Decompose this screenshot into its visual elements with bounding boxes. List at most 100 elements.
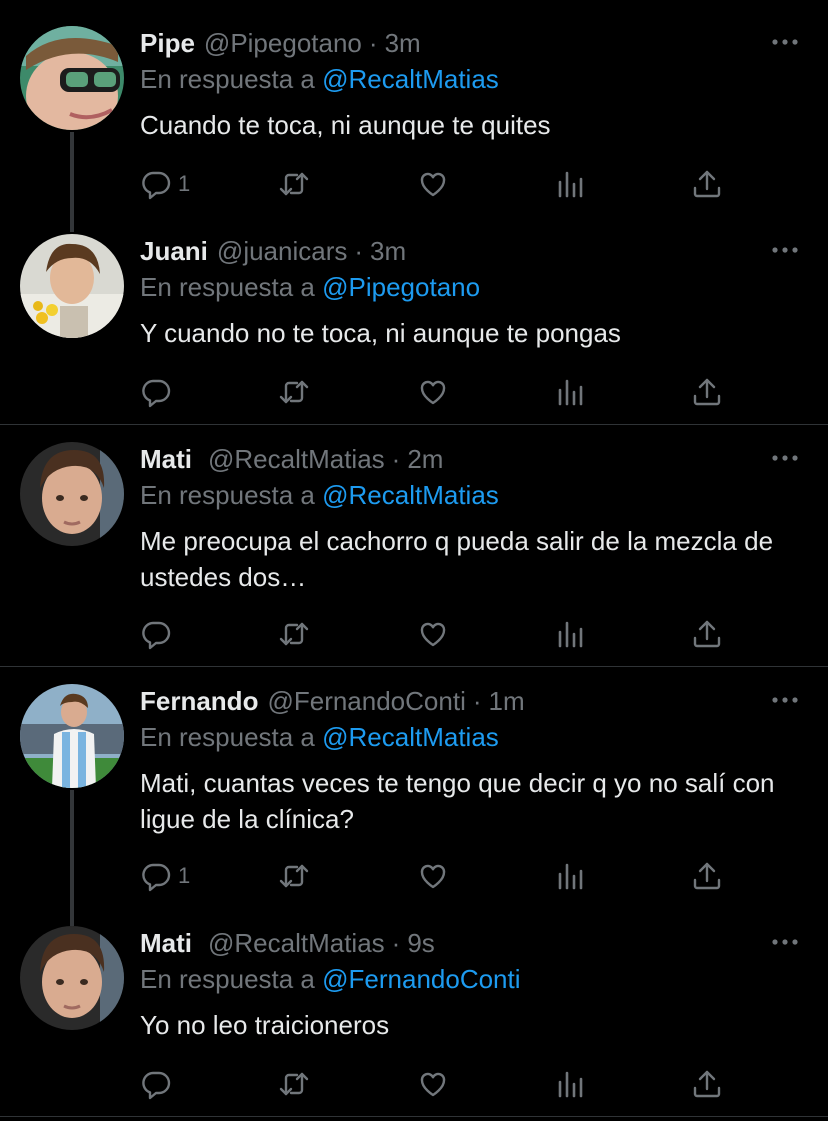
share-button[interactable] [691, 614, 723, 654]
retweet-icon [279, 622, 309, 646]
reply-context: En respuesta a @FernandoConti [140, 962, 521, 996]
avatar[interactable] [20, 926, 124, 1030]
reply-button[interactable] [140, 1064, 178, 1104]
views-button[interactable] [555, 164, 587, 204]
action-bar: 1 [0, 164, 828, 204]
avatar[interactable] [20, 234, 124, 338]
reply-mention[interactable]: @FernandoConti [322, 964, 520, 994]
share-button[interactable] [691, 164, 723, 204]
timestamp[interactable]: 2m [407, 442, 443, 476]
reply-prefix: En respuesta a [140, 64, 315, 94]
user-handle[interactable]: @RecaltMatias [208, 442, 385, 476]
share-icon [693, 1070, 721, 1098]
tweet-mati[interactable]: Mati @RecaltMatias · 2m En respuesta a @… [0, 442, 828, 662]
reply-prefix: En respuesta a [140, 272, 315, 302]
views-button[interactable] [555, 372, 587, 412]
separator: · [391, 928, 401, 958]
tweet-text: Y cuando no te toca, ni aunque te pongas [140, 318, 621, 348]
user-handle[interactable]: @RecaltMatias [208, 926, 385, 960]
tweet-timeline: Pipe @Pipegotano · 3m En respuesta a @Re… [0, 0, 828, 1121]
retweet-button[interactable] [278, 614, 310, 654]
share-icon [693, 378, 721, 406]
share-icon [693, 170, 721, 198]
display-name[interactable]: Juani [140, 234, 208, 268]
timestamp[interactable]: 3m [385, 26, 421, 60]
timestamp[interactable]: 1m [489, 684, 525, 718]
separator: · [391, 444, 401, 474]
display-name[interactable]: Fernando [140, 684, 258, 718]
like-button[interactable] [417, 856, 449, 896]
avatar[interactable] [20, 26, 124, 130]
views-button[interactable] [555, 1064, 587, 1104]
like-button[interactable] [417, 1064, 449, 1104]
reply-icon [142, 1071, 171, 1100]
share-icon [693, 862, 721, 890]
reply-context: En respuesta a @RecaltMatias [140, 720, 499, 754]
more-icon[interactable] [770, 932, 800, 952]
like-button[interactable] [417, 372, 449, 412]
tweet-juani[interactable]: Juani @juanicars · 3m En respuesta a @Pi… [0, 234, 828, 414]
tweet-fernando[interactable]: Fernando @FernandoConti · 1m En respuest… [0, 684, 828, 926]
reply-mention[interactable]: @Pipegotano [322, 272, 480, 302]
reply-mention[interactable]: @RecaltMatias [322, 480, 499, 510]
tweet-divider [0, 424, 828, 425]
views-icon [558, 171, 583, 198]
avatar[interactable] [20, 684, 124, 788]
avatar[interactable] [20, 442, 124, 546]
display-name[interactable]: Pipe [140, 26, 195, 60]
share-button[interactable] [691, 372, 723, 412]
user-handle[interactable]: @FernandoConti [267, 684, 465, 718]
separator: · [354, 236, 364, 266]
reply-count: 1 [178, 863, 191, 888]
reply-context: En respuesta a @RecaltMatias [140, 62, 499, 96]
separator: · [368, 28, 378, 58]
more-icon[interactable] [770, 32, 800, 52]
action-bar: 1 [0, 856, 828, 896]
reply-icon [142, 379, 171, 408]
like-button[interactable] [417, 614, 449, 654]
like-button[interactable] [417, 164, 449, 204]
reply-button[interactable]: 1 [140, 856, 190, 896]
views-icon [558, 1071, 583, 1098]
reply-icon [142, 621, 171, 650]
tweet-divider [0, 1116, 828, 1117]
like-icon [420, 864, 446, 889]
reply-icon [142, 863, 171, 892]
separator: · [472, 686, 482, 716]
tweet-pipe[interactable]: Pipe @Pipegotano · 3m En respuesta a @Re… [0, 26, 828, 232]
views-button[interactable] [555, 856, 587, 896]
views-button[interactable] [555, 614, 587, 654]
share-button[interactable] [691, 1064, 723, 1104]
tweet-header: Mati @RecaltMatias · 2m [140, 442, 443, 476]
more-icon[interactable] [770, 240, 800, 260]
reply-mention[interactable]: @RecaltMatias [322, 64, 499, 94]
retweet-button[interactable] [278, 1064, 310, 1104]
retweet-button[interactable] [278, 372, 310, 412]
reply-button[interactable] [140, 372, 178, 412]
retweet-button[interactable] [278, 856, 310, 896]
reply-button[interactable] [140, 614, 178, 654]
like-icon [420, 622, 446, 647]
tweet-mati-latest[interactable]: Mati @RecaltMatias · 9s En respuesta a @… [0, 926, 828, 1106]
timestamp[interactable]: 3m [370, 234, 406, 268]
reply-prefix: En respuesta a [140, 480, 315, 510]
tweet-text: Mati, cuantas veces te tengo que decir q… [140, 768, 775, 834]
user-handle[interactable]: @juanicars [217, 234, 347, 268]
share-button[interactable] [691, 856, 723, 896]
more-icon[interactable] [770, 448, 800, 468]
retweet-icon [279, 864, 309, 888]
tweet-text: Cuando te toca, ni aunque te quites [140, 110, 551, 140]
display-name[interactable]: Mati [140, 926, 192, 960]
reply-icon [142, 171, 171, 200]
retweet-button[interactable] [278, 164, 310, 204]
user-handle[interactable]: @Pipegotano [204, 26, 362, 60]
tweet-text: Me preocupa el cachorro q pueda salir de… [140, 526, 774, 592]
action-bar [0, 372, 828, 412]
reply-button[interactable]: 1 [140, 164, 190, 204]
tweet-header: Mati @RecaltMatias · 9s [140, 926, 435, 960]
views-icon [558, 621, 583, 648]
display-name[interactable]: Mati [140, 442, 192, 476]
reply-mention[interactable]: @RecaltMatias [322, 722, 499, 752]
timestamp[interactable]: 9s [407, 926, 434, 960]
more-icon[interactable] [770, 690, 800, 710]
